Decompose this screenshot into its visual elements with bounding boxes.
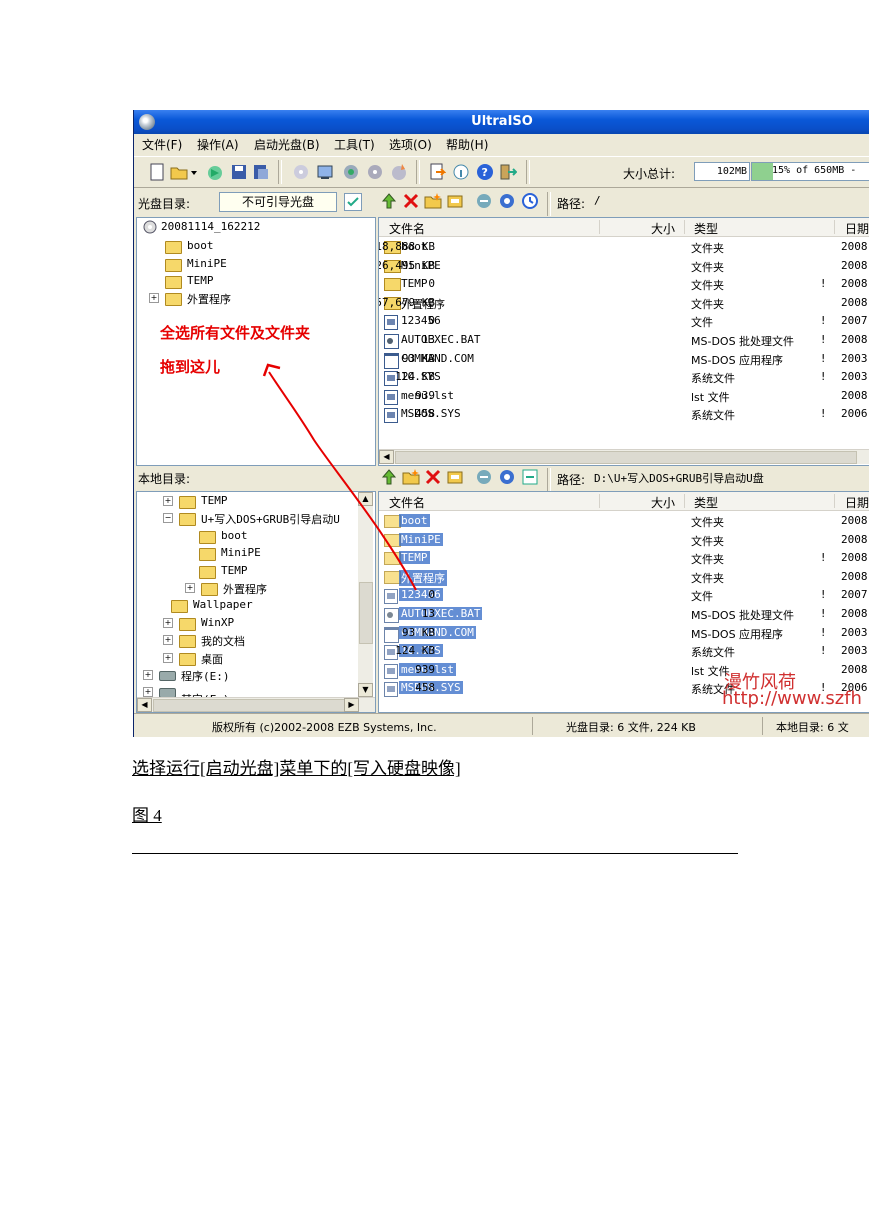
caption-figure-number: 图 4 — [132, 806, 162, 825]
ultraiso-window: UltraISO 文件(F) 操作(A) 启动光盘(B) 工具(T) 选项(O)… — [133, 110, 869, 737]
divider-line — [132, 853, 738, 854]
watermark-url: http://www.szfh — [722, 688, 862, 709]
caption-instruction: 选择运行[启动光盘]菜单下的[写入硬盘映像] — [132, 759, 461, 778]
drag-arrow — [262, 363, 417, 591]
